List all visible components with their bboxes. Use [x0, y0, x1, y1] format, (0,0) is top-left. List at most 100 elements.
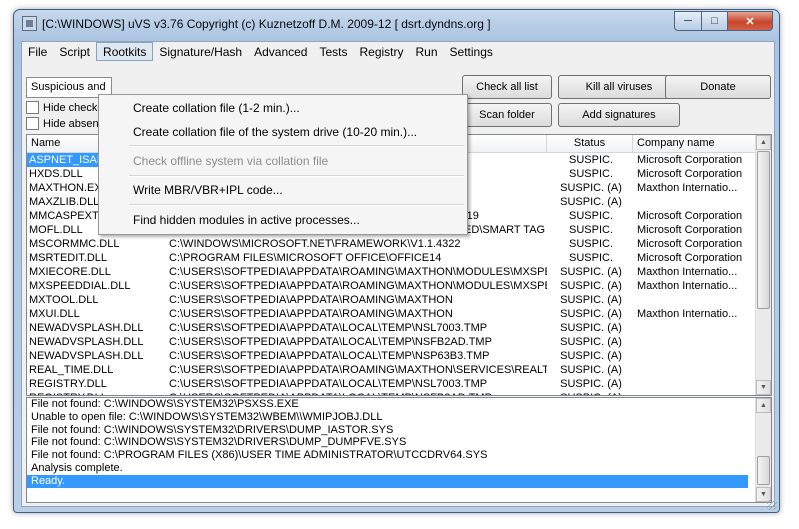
- log-line: File not found: C:\WINDOWS\SYSTEM32\PSXS…: [31, 398, 299, 410]
- cell-status: SUSPIC. (A): [560, 196, 622, 208]
- cell-status: SUSPIC.: [568, 210, 613, 222]
- cell-status: SUSPIC. (A): [560, 378, 622, 390]
- cell-status: SUSPIC. (A): [560, 322, 622, 334]
- scan-folder-button[interactable]: Scan folder: [462, 103, 552, 127]
- table-row[interactable]: MXSPEEDDIAL.DLL C:\USERS\SOFTPEDIA\APPDAT…: [27, 279, 756, 293]
- maximize-button[interactable]: □: [702, 11, 728, 31]
- column-header-status[interactable]: Status: [547, 135, 633, 152]
- table-row[interactable]: NEWADVSPLASH.DLL C:\USERS\SOFTPEDIA\APPDA…: [27, 321, 756, 335]
- table-row[interactable]: MXTOOL.DLL C:\USERS\SOFTPEDIA\APPDATA\ROA…: [27, 293, 756, 307]
- scrollbar-thumb[interactable]: [757, 456, 770, 485]
- table-row[interactable]: REGISTRY.DLLC:\USERS\SOFTPEDIA\APPDATA\L…: [27, 377, 756, 391]
- cell-path: C:\USERS\SOFTPEDIA\APPDATA\LOCAL\TEMP\NS…: [169, 378, 488, 390]
- kill-all-viruses-button[interactable]: Kill all viruses: [558, 75, 680, 99]
- menu-item-create-collation-file[interactable]: Create collation file (1-2 min.)...: [133, 101, 300, 115]
- resize-grip-icon[interactable]: [767, 500, 777, 510]
- menu-run[interactable]: Run: [410, 42, 444, 62]
- hide-checked-checkbox[interactable]: Hide checke: [26, 101, 104, 114]
- cell-company: [633, 195, 756, 209]
- title-bar[interactable]: [C:\WINDOWS] uVS v3.76 Copyright (c) Kuz…: [14, 10, 779, 36]
- table-row[interactable]: MXIECORE.DLL C:\USERS\SOFTPEDIA\APPDATA\R…: [27, 265, 756, 279]
- log-line: Unable to open file: C:\WINDOWS\SYSTEM32…: [31, 410, 383, 423]
- cell-company: Microsoft Corporation: [637, 210, 743, 222]
- check-all-list-button[interactable]: Check all list: [462, 75, 552, 99]
- log-line: Analysis complete.: [31, 461, 123, 474]
- cell-path: C:\USERS\SOFTPEDIA\APPDATA\ROAMING\MAXTH…: [169, 308, 453, 320]
- cell-path: C:\USERS\SOFTPEDIA\APPDATA\LOCAL\TEMP\NS…: [166, 391, 547, 395]
- menu-script[interactable]: Script: [53, 42, 96, 62]
- cell-status: SUSPIC. (A): [560, 182, 622, 194]
- cell-status: SUSPIC. (A): [560, 266, 622, 278]
- checkbox-box[interactable]: [26, 117, 39, 130]
- minimize-icon: ─: [684, 15, 692, 27]
- menu-item-create-collation-system-drive[interactable]: Create collation file of the system driv…: [133, 125, 417, 139]
- cell-path: C:\USERS\SOFTPEDIA\APPDATA\ROAMING\MAXTH…: [169, 266, 547, 278]
- table-row[interactable]: REAL_TIME.DLL C:\USERS\SOFTPEDIA\APPDATA\…: [27, 363, 756, 377]
- menu-separator: [129, 175, 464, 177]
- scroll-up-arrow-icon[interactable]: ▲: [756, 135, 771, 150]
- cell-name: NEWADVSPLASH.DLL: [29, 336, 144, 348]
- cell-status: SUSPIC. (A): [560, 294, 622, 306]
- log-line: File not found: C:\WINDOWS\SYSTEM32\DRIV…: [31, 436, 407, 449]
- cell-name: REAL_TIME.DLL: [29, 364, 114, 376]
- log-panel[interactable]: File not found: C:\WINDOWS\SYSTEM32\PSXS…: [26, 397, 772, 503]
- menu-rootkits[interactable]: Rootkits: [96, 42, 154, 61]
- cell-company: Maxthon Internatio...: [637, 182, 738, 194]
- add-signatures-button[interactable]: Add signatures: [558, 103, 680, 127]
- close-button[interactable]: ✕: [728, 11, 773, 31]
- menu-item-find-hidden-modules[interactable]: Find hidden modules in active processes.…: [133, 213, 360, 227]
- cell-path: C:\USERS\SOFTPEDIA\APPDATA\ROAMING\MAXTH…: [169, 364, 547, 376]
- cell-company: Maxthon Internatio...: [637, 308, 738, 320]
- cell-company: [633, 391, 756, 395]
- cell-company: Microsoft Corporation: [637, 238, 743, 250]
- client-area: File Script Rootkits Signature/Hash Adva…: [21, 41, 775, 507]
- table-row[interactable]: MSRTEDIT.DLL C:\PROGRAM FILES\MICROSOFT O…: [27, 251, 756, 265]
- cell-company: [633, 293, 756, 307]
- menu-item-write-mbr-code[interactable]: Write MBR/VBR+IPL code...: [133, 183, 283, 197]
- cell-status: SUSPIC.: [568, 252, 613, 264]
- table-row[interactable]: MSCORMMC.DLL C:\WINDOWS\MICROSOFT.NET\FRA…: [27, 237, 756, 251]
- cell-status: SUSPIC. (A): [560, 280, 622, 292]
- app-icon[interactable]: [22, 16, 37, 31]
- cell-status: SUSPIC. (A): [560, 350, 622, 362]
- cell-name: MSRTEDIT.DLL: [29, 252, 108, 264]
- cell-status: SUSPIC. (A): [547, 391, 633, 395]
- cell-company: [633, 321, 756, 335]
- log-scrollbar[interactable]: ▲ ▼: [755, 398, 771, 502]
- hide-checked-label: Hide checke: [43, 101, 104, 114]
- cell-path: C:\USERS\SOFTPEDIA\APPDATA\LOCAL\TEMP\NS…: [169, 350, 490, 362]
- scroll-up-arrow-icon[interactable]: ▲: [756, 398, 771, 413]
- scroll-down-arrow-icon[interactable]: ▼: [756, 380, 771, 395]
- cell-status: SUSPIC.: [568, 168, 613, 180]
- cell-path: C:\USERS\SOFTPEDIA\APPDATA\ROAMING\MAXTH…: [169, 280, 547, 292]
- cell-company: Maxthon Internatio...: [637, 280, 738, 292]
- cell-status: SUSPIC.: [568, 238, 613, 250]
- cell-name: REGISTRY.DLL: [27, 391, 166, 395]
- cell-path: C:\USERS\SOFTPEDIA\APPDATA\LOCAL\TEMP\NS…: [169, 336, 492, 348]
- menu-settings[interactable]: Settings: [444, 42, 499, 62]
- table-row[interactable]: NEWADVSPLASH.DLL C:\USERS\SOFTPEDIA\APPDA…: [27, 335, 756, 349]
- menu-signature-hash[interactable]: Signature/Hash: [153, 42, 248, 62]
- scrollbar-thumb[interactable]: [757, 151, 770, 309]
- menu-advanced[interactable]: Advanced: [248, 42, 313, 62]
- menu-tests[interactable]: Tests: [313, 42, 353, 62]
- table-row[interactable]: NEWADVSPLASH.DLL C:\USERS\SOFTPEDIA\APPDA…: [27, 349, 756, 363]
- table-row[interactable]: MXUI.DLL C:\USERS\SOFTPEDIA\APPDATA\ROAMI…: [27, 307, 756, 321]
- menu-registry[interactable]: Registry: [354, 42, 410, 62]
- column-header-company[interactable]: Company name: [633, 135, 756, 152]
- list-scrollbar[interactable]: ▲ ▼: [755, 135, 771, 395]
- menu-bar: File Script Rootkits Signature/Hash Adva…: [22, 42, 774, 62]
- cell-name: NEWADVSPLASH.DLL: [29, 322, 144, 334]
- checkbox-box[interactable]: [26, 101, 39, 114]
- hide-absent-label: Hide absent: [43, 117, 102, 130]
- table-row[interactable]: REGISTRY.DLLC:\USERS\SOFTPEDIA\APPDATA\L…: [27, 391, 756, 395]
- minimize-button[interactable]: ─: [674, 11, 702, 31]
- window-controls: ─ □ ✕: [674, 11, 773, 31]
- cell-name: MXTOOL.DLL: [29, 294, 99, 306]
- menu-file[interactable]: File: [22, 42, 53, 62]
- cell-company: [633, 363, 756, 377]
- cell-name: MXSPEEDDIAL.DLL: [29, 280, 131, 292]
- hide-absent-checkbox[interactable]: Hide absent: [26, 117, 102, 130]
- donate-button[interactable]: Donate: [665, 75, 771, 99]
- cell-path: C:\USERS\SOFTPEDIA\APPDATA\ROAMING\MAXTH…: [169, 294, 453, 306]
